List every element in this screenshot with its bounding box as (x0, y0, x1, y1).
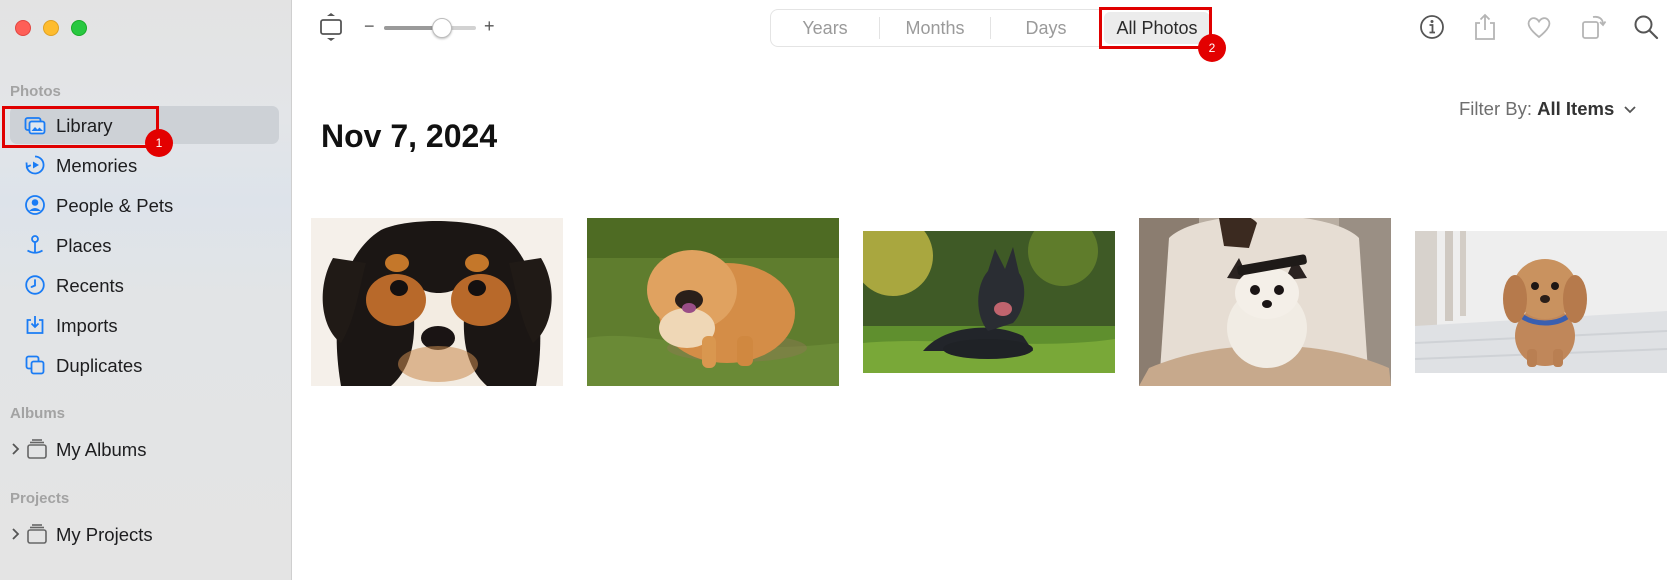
sidebar-item-my-projects[interactable]: My Projects (10, 515, 279, 553)
tab-years[interactable]: Years (771, 10, 879, 46)
sidebar-section-photos: Photos (10, 83, 61, 100)
puppy-photo (311, 218, 563, 386)
filter-dropdown[interactable]: Filter By: All Items (1459, 98, 1637, 120)
zoom-slider[interactable] (384, 26, 476, 30)
photo-thumbnail[interactable] (587, 218, 839, 386)
zoom-window-button[interactable] (71, 20, 87, 36)
zoom-in-button[interactable]: + (484, 16, 495, 37)
duplicates-icon (25, 355, 45, 375)
sidebar-item-label: Imports (56, 315, 118, 336)
date-heading: Nov 7, 2024 (321, 118, 498, 154)
sidebar-item-duplicates[interactable]: Duplicates (10, 346, 279, 384)
chihuahua-photo (1139, 218, 1391, 386)
zoom-slider-knob[interactable] (432, 18, 452, 38)
places-icon (27, 235, 43, 254)
tab-months[interactable]: Months (880, 10, 990, 46)
sidebar-item-places[interactable]: Places (10, 226, 279, 264)
sidebar-item-memories[interactable]: Memories (10, 146, 279, 184)
imports-icon (26, 316, 44, 334)
chevron-right-icon[interactable] (10, 440, 22, 458)
sidebar-item-label: My Albums (56, 439, 147, 460)
sidebar-item-label: My Projects (56, 524, 153, 545)
shepherd-photo (863, 231, 1115, 373)
close-window-button[interactable] (15, 20, 31, 36)
sidebar-item-label: Recents (56, 275, 124, 296)
sidebar: Photos Library Memories People & Pets Pl… (0, 0, 292, 580)
people-icon (25, 195, 45, 215)
zoom-out-button[interactable]: − (364, 16, 375, 37)
project-stack-icon (27, 524, 47, 544)
sidebar-item-imports[interactable]: Imports (10, 306, 279, 344)
sidebar-item-my-albums[interactable]: My Albums (10, 430, 279, 468)
sidebar-item-label: People & Pets (56, 195, 174, 216)
favorite-icon[interactable] (1524, 12, 1554, 42)
photo-thumbnail[interactable] (311, 218, 563, 386)
minimize-window-button[interactable] (43, 20, 59, 36)
annotation-highlight-all-photos (1099, 7, 1212, 49)
recents-icon (25, 275, 45, 295)
memories-icon (25, 155, 45, 175)
rotate-icon[interactable] (1578, 12, 1608, 42)
search-icon[interactable] (1631, 12, 1661, 42)
sidebar-item-label: Places (56, 235, 112, 256)
sidebar-item-people-pets[interactable]: People & Pets (10, 186, 279, 224)
annotation-badge-1: 1 (145, 129, 173, 157)
info-icon[interactable] (1417, 12, 1447, 42)
aspect-ratio-toggle-icon[interactable] (318, 12, 344, 44)
photos-app-window: Photos Library Memories People & Pets Pl… (0, 0, 1680, 580)
chevron-down-icon (1624, 106, 1637, 114)
cavapoo-photo (1415, 231, 1667, 373)
sidebar-item-recents[interactable]: Recents (10, 266, 279, 304)
zoom-slider-fill (384, 26, 440, 30)
album-stack-icon (27, 439, 47, 459)
photo-thumbnail[interactable] (863, 231, 1115, 373)
tab-days[interactable]: Days (991, 10, 1101, 46)
filter-label: Filter By: (1459, 98, 1532, 119)
chevron-right-icon[interactable] (10, 525, 22, 543)
sidebar-item-label: Duplicates (56, 355, 143, 376)
annotation-badge-2: 2 (1198, 34, 1226, 62)
chow-chow-photo (587, 218, 839, 386)
sidebar-section-projects: Projects (10, 490, 70, 507)
share-icon[interactable] (1470, 12, 1500, 42)
sidebar-item-label: Memories (56, 155, 138, 176)
annotation-highlight-library (2, 106, 159, 148)
photo-thumbnail[interactable] (1415, 231, 1667, 373)
filter-value: All Items (1537, 98, 1615, 119)
sidebar-section-albums: Albums (10, 405, 66, 422)
photo-thumbnail[interactable] (1139, 218, 1391, 386)
